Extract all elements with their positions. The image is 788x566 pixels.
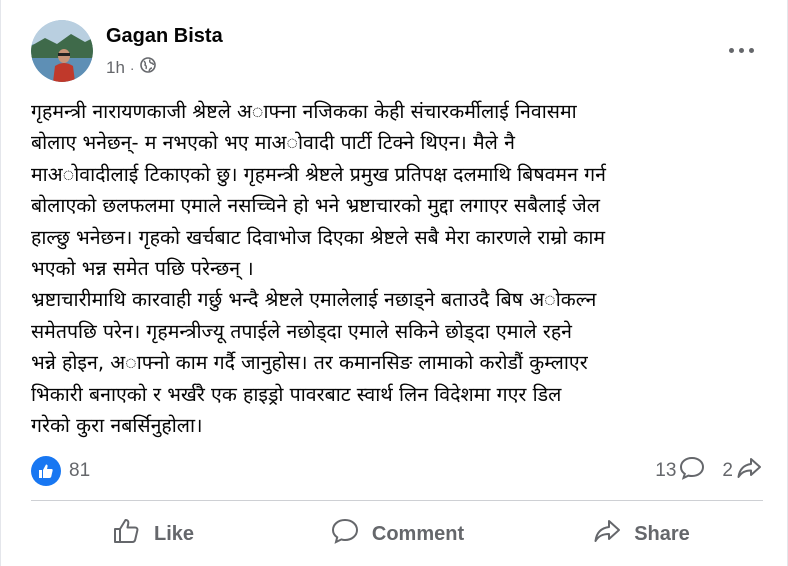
comment-count-button[interactable]: 13 — [655, 455, 706, 487]
post-meta: 1h · — [106, 57, 156, 78]
like-button-label: Like — [153, 522, 195, 545]
comment-bubble-icon — [330, 516, 360, 552]
globe-icon[interactable] — [139, 57, 156, 78]
avatar-photo — [31, 20, 93, 82]
post-text-line: गरेको कुरा नबर्सिनुहोला। — [31, 414, 203, 438]
post-text-line: बोलाए भनेछन्- म नभएको भए माअाेवादी पार्ट… — [31, 131, 515, 155]
separator-dot: · — [129, 59, 135, 76]
like-count: 81 — [69, 460, 91, 481]
comment-button[interactable]: Comment — [275, 506, 519, 562]
share-icon — [735, 455, 763, 487]
author-name[interactable]: Gagan Bista — [106, 25, 223, 48]
actions-divider — [31, 500, 763, 501]
engagement-stats: 13 2 — [655, 455, 763, 487]
post-text-line: समेतपछि परेन। गृहमन्त्रीज्यू तपाईले नछोड… — [31, 319, 573, 343]
comment-button-label: Comment — [371, 522, 465, 545]
share-button[interactable]: Share — [519, 506, 763, 562]
post-text-line: बोलाएको छलफलमा एमाले नसच्चिने हो भने भ्र… — [31, 194, 600, 218]
post-text: गृहमन्त्री नारायणकाजी श्रेष्टले अाफ्ना न… — [31, 96, 766, 441]
avatar[interactable] — [31, 20, 93, 82]
share-button-label: Share — [634, 522, 690, 545]
comment-icon — [678, 455, 706, 487]
post-text-line: माअाेवादीलाई टिकाएको छु। गृहमन्त्री श्रे… — [31, 162, 606, 186]
thumbs-up-icon — [112, 516, 142, 552]
reaction-summary[interactable]: 81 — [31, 456, 90, 486]
post-time[interactable]: 1h — [106, 58, 125, 78]
post-text-line: भ्रष्टाचारीमाथि कारवाही गर्छु भन्दै श्रे… — [31, 288, 597, 312]
post-actions: Like Comment Share — [31, 506, 763, 562]
post-text-line: हाल्छु भनेछन। गृहको खर्चबाट दिवाभोज दिएक… — [31, 225, 606, 249]
post-text-line: गृहमन्त्री नारायणकाजी श्रेष्टले अाफ्ना न… — [31, 100, 577, 123]
more-options-icon[interactable] — [725, 40, 757, 60]
share-count: 2 — [722, 460, 733, 481]
post-text-line: भन्ने होइन, अाफ्नो काम गर्दै जानुहोस। तर… — [31, 351, 588, 375]
like-button[interactable]: Like — [31, 506, 275, 562]
post-card: Gagan Bista 1h · गृहमन्त्री नारायणकाजी श… — [0, 0, 788, 566]
post-text-line: भएको भन्न समेत पछि परेन्छन् । — [31, 257, 254, 281]
comment-count: 13 — [655, 460, 677, 481]
post-header: Gagan Bista 1h · — [31, 20, 757, 82]
share-count-button[interactable]: 2 — [722, 455, 763, 487]
share-arrow-icon — [592, 516, 622, 552]
like-reaction-icon — [31, 456, 61, 486]
reactions-bar: 81 13 2 — [31, 456, 763, 486]
post-text-line: भिकारी बनाएको र भर्खरै एक हाइड्रो पावरबा… — [31, 382, 562, 406]
